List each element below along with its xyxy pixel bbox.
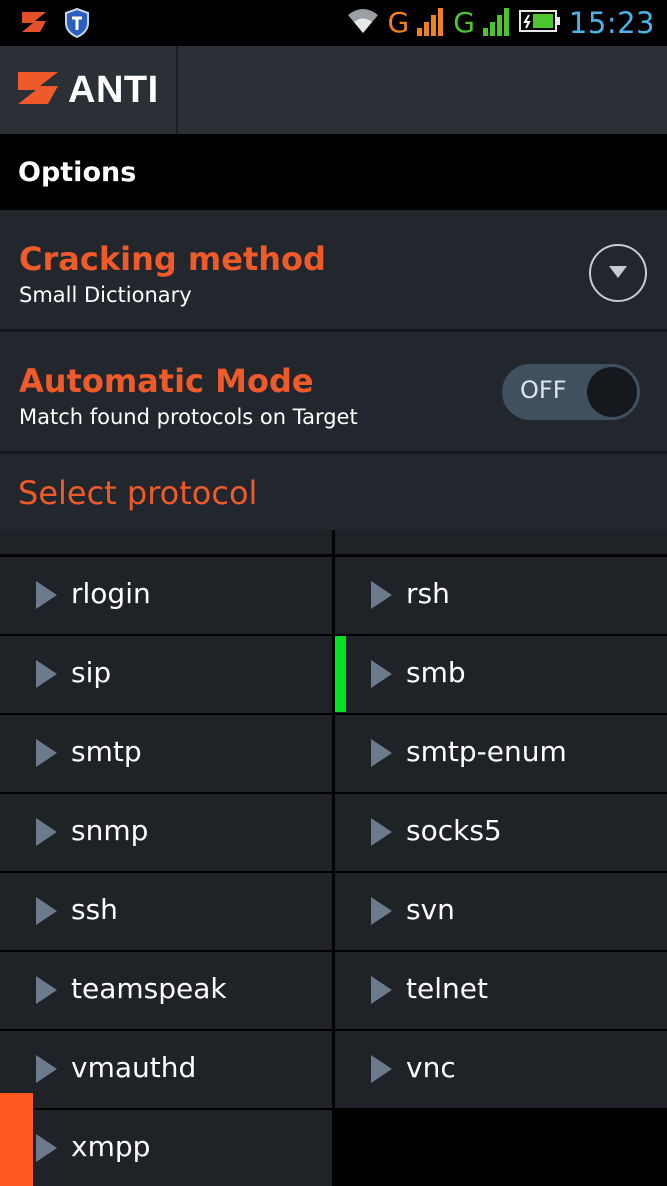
play-arrow-icon [371,739,392,767]
select-protocol-title: Select protocol [18,474,258,512]
protocol-cell-socks5[interactable]: socks5 [335,794,667,871]
battery-icon [518,9,561,37]
play-arrow-icon [36,976,57,1004]
protocol-cell-smtp[interactable]: smtp [0,715,332,792]
protocol-cell-ssh[interactable]: ssh [0,873,332,950]
play-arrow-icon [36,660,57,688]
signal-icon-1 [417,6,445,40]
play-arrow-icon [371,976,392,1004]
protocol-cell-partial[interactable] [335,530,667,554]
wifi-icon [346,7,380,39]
protocol-cell-rlogin[interactable]: rlogin [0,557,332,634]
protocol-label: teamspeak [71,972,227,1005]
play-arrow-icon [36,739,57,767]
network-type-1: G [387,6,410,39]
protocol-label: socks5 [406,814,502,847]
protocol-label: ssh [71,893,118,926]
protocol-cell-telnet[interactable]: telnet [335,952,667,1029]
play-arrow-icon [36,1134,57,1162]
chevron-down-icon [608,264,628,283]
select-protocol-header: Select protocol [0,454,667,530]
protocol-cell-snmp[interactable]: snmp [0,794,332,871]
protocol-cell-svn[interactable]: svn [335,873,667,950]
play-arrow-icon [371,1055,392,1083]
status-bar: G G 15:23 [0,0,667,46]
protocol-label: rlogin [71,577,151,610]
protocol-label: smtp [71,735,142,768]
protocol-label: vnc [406,1051,456,1084]
cracking-method-row[interactable]: Cracking method Small Dictionary [0,210,667,332]
app-home-button[interactable]: ANTI [0,46,178,134]
protocol-cell-sip[interactable]: sip [0,636,332,713]
play-arrow-icon [36,897,57,925]
protocol-label: smtp-enum [406,735,567,768]
protocol-label: snmp [71,814,149,847]
cracking-method-title: Cracking method [19,240,326,278]
play-arrow-icon [371,581,392,609]
protocol-cell-xmpp[interactable]: xmpp [0,1110,332,1186]
protocol-cell-partial[interactable] [0,530,332,554]
toggle-state-label: OFF [520,376,567,404]
protocol-label: svn [406,893,455,926]
protocol-label: sip [71,656,112,689]
clock: 15:23 [568,6,655,40]
play-arrow-icon [371,897,392,925]
protocol-cell-teamspeak[interactable]: teamspeak [0,952,332,1029]
automatic-mode-title: Automatic Mode [19,362,314,400]
options-title: Options [18,156,137,188]
protocol-label: smb [406,656,466,689]
protocol-cell-vmauthd[interactable]: vmauthd [0,1031,332,1108]
toggle-knob [587,367,637,417]
play-arrow-icon [371,818,392,846]
app-notification-icon [20,8,50,40]
action-bar: ANTI [0,46,667,134]
protocol-grid: rlogin rsh sip smb smtp smtp-enum snmp s… [0,530,667,1186]
automatic-mode-subtitle: Match found protocols on Target [19,405,358,429]
play-arrow-icon [36,581,57,609]
automatic-mode-row: Automatic Mode Match found protocols on … [0,332,667,454]
protocol-cell-smtp-enum[interactable]: smtp-enum [335,715,667,792]
protocol-label: xmpp [71,1130,151,1163]
zanti-logo-icon [16,68,62,112]
protocol-label: vmauthd [71,1051,197,1084]
signal-icon-2 [482,6,511,40]
cracking-method-value: Small Dictionary [19,283,192,307]
cracking-method-dropdown-button[interactable] [589,244,647,302]
options-header: Options [0,134,667,210]
protocol-cell-smb[interactable]: smb [335,636,667,713]
protocol-label: rsh [406,577,450,610]
protocol-cell-rsh[interactable]: rsh [335,557,667,634]
automatic-mode-toggle[interactable]: OFF [502,364,640,420]
play-arrow-icon [36,1055,57,1083]
scroll-indicator[interactable] [0,1093,33,1186]
app-title: ANTI [68,68,159,111]
play-arrow-icon [371,660,392,688]
shield-icon [64,7,90,42]
selected-indicator [335,636,346,712]
protocol-label: telnet [406,972,488,1005]
network-type-2: G [453,6,475,39]
protocol-cell-vnc[interactable]: vnc [335,1031,667,1108]
play-arrow-icon [36,818,57,846]
